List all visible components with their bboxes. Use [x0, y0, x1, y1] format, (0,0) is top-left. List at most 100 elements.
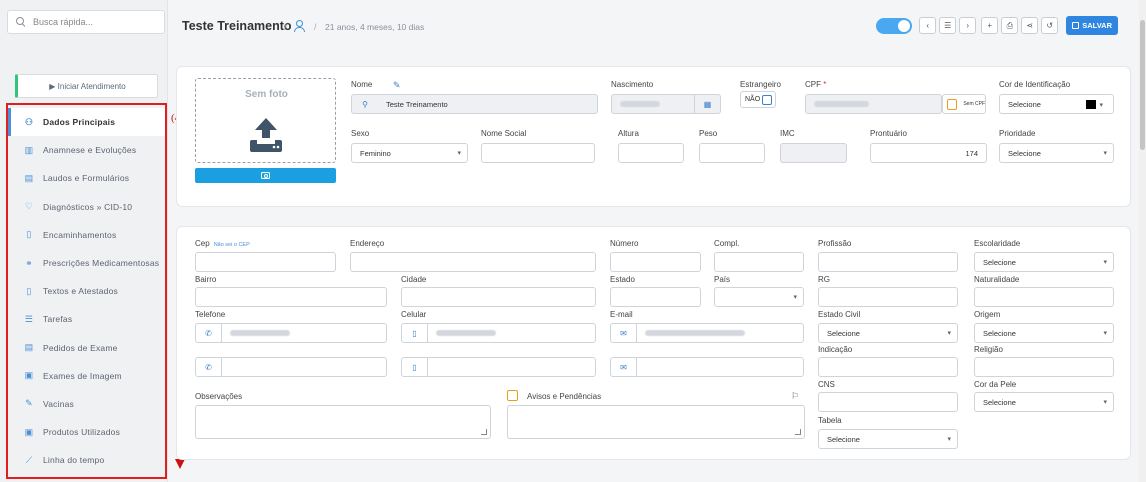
- header: Teste Treinamento / / 21 anos, 4 meses, …: [168, 0, 1146, 52]
- annotation-highlight-box: [6, 103, 167, 479]
- cor-identificacao-select[interactable]: Selecione ▾: [999, 94, 1114, 114]
- save-button[interactable]: SALVAR: [1066, 16, 1118, 35]
- cep-label-text: Cep: [195, 239, 210, 248]
- religiao-field[interactable]: [974, 357, 1114, 377]
- nascimento-label: Nascimento: [611, 80, 654, 89]
- escolaridade-value: Selecione: [983, 257, 1016, 267]
- endereco-field[interactable]: [350, 252, 596, 272]
- prioridade-label: Prioridade: [999, 129, 1036, 138]
- cpf-field[interactable]: [805, 94, 942, 114]
- estado-civil-value: Selecione: [827, 328, 860, 338]
- edit-icon[interactable]: ✎: [393, 80, 401, 91]
- start-appointment-button[interactable]: ▶ Iniciar Atendimento: [15, 74, 158, 98]
- save-icon: [1072, 22, 1080, 29]
- photo-upload-area[interactable]: Sem foto: [195, 78, 336, 163]
- sem-cpf-toggle[interactable]: Sem CPF: [942, 94, 986, 114]
- nome-field[interactable]: ⚲ Teste Treinamento: [351, 94, 598, 114]
- naturalidade-field[interactable]: [974, 287, 1114, 307]
- camera-button[interactable]: [195, 168, 336, 183]
- share-button[interactable]: ⋖: [1021, 17, 1039, 34]
- estrangeiro-checkbox[interactable]: [762, 94, 773, 105]
- calendar-icon[interactable]: ▦: [694, 95, 720, 113]
- cns-field[interactable]: [818, 392, 958, 412]
- nome-value: Teste Treinamento: [386, 99, 448, 109]
- scrollbar-thumb[interactable]: [1140, 20, 1145, 150]
- imc-label: IMC: [780, 129, 795, 138]
- altura-label: Altura: [618, 129, 639, 138]
- phone-icon: ✆: [196, 358, 222, 376]
- tabela-value: Selecione: [827, 434, 860, 444]
- no-photo-label: Sem foto: [245, 89, 288, 100]
- nascimento-field[interactable]: ▦: [611, 94, 721, 114]
- prioridade-value: Selecione: [1008, 148, 1041, 158]
- address-contact-card: Cep Não sei o CEP Endereço Número Compl. …: [176, 226, 1131, 460]
- prontuario-field[interactable]: 174: [870, 143, 987, 163]
- numero-field[interactable]: [610, 252, 701, 272]
- estrangeiro-toggle[interactable]: NÃO: [740, 91, 777, 108]
- estado-civil-select[interactable]: Selecione: [818, 323, 958, 343]
- print-button[interactable]: ⎙: [1001, 17, 1019, 34]
- upload-icon: [250, 118, 282, 152]
- next-button[interactable]: ›: [959, 17, 977, 34]
- breadcrumb-separator: /: [314, 22, 317, 32]
- rg-field[interactable]: [818, 287, 958, 307]
- cpf-label-text: CPF: [805, 80, 821, 89]
- cidade-field[interactable]: [401, 287, 596, 307]
- estado-field[interactable]: [610, 287, 701, 307]
- bairro-label: Bairro: [195, 275, 217, 284]
- prev-button[interactable]: ‹: [919, 17, 937, 34]
- origem-label: Origem: [974, 310, 1001, 319]
- profissao-field[interactable]: [818, 252, 958, 272]
- telefone-field[interactable]: ✆: [195, 323, 387, 343]
- flag-icon[interactable]: ⚐: [791, 391, 799, 402]
- nome-social-field[interactable]: [481, 143, 595, 163]
- annotation-arrow-head: [174, 459, 185, 469]
- blurred-value: [814, 101, 869, 107]
- imc-field: [780, 143, 847, 163]
- add-button[interactable]: +: [981, 17, 999, 34]
- indicacao-field[interactable]: [818, 357, 958, 377]
- escolaridade-select[interactable]: Selecione: [974, 252, 1114, 272]
- mobile-icon: ▯: [402, 358, 428, 376]
- sexo-label: Sexo: [351, 129, 370, 138]
- sem-cpf-label: Sem CPF: [963, 100, 985, 107]
- cor-pele-select[interactable]: Selecione: [974, 392, 1114, 412]
- sexo-select[interactable]: Feminino: [351, 143, 468, 163]
- toolbar: ‹ ☰ › + ⎙ ⋖ ↺ SALVAR: [876, 16, 1118, 35]
- person-icon[interactable]: [293, 20, 305, 32]
- tabela-select[interactable]: Selecione: [818, 429, 958, 449]
- profissao-label: Profissão: [818, 239, 852, 248]
- celular-label: Celular: [401, 310, 427, 319]
- quick-search-input[interactable]: Busca rápida...: [7, 10, 165, 34]
- color-swatch: ▾: [1086, 100, 1103, 109]
- origem-select[interactable]: Selecione: [974, 323, 1114, 343]
- email-field[interactable]: ✉: [610, 323, 804, 343]
- pais-select[interactable]: [714, 287, 804, 307]
- celular2-field[interactable]: ▯: [401, 357, 596, 377]
- observacoes-textarea[interactable]: [195, 405, 491, 439]
- email-label: E-mail: [610, 310, 633, 319]
- celular-field[interactable]: ▯: [401, 323, 596, 343]
- prioridade-select[interactable]: Selecione: [999, 143, 1114, 163]
- tabela-label: Tabela: [818, 416, 842, 425]
- avisos-textarea[interactable]: [507, 405, 805, 439]
- peso-field[interactable]: [699, 143, 765, 163]
- bairro-field[interactable]: [195, 287, 387, 307]
- mobile-icon: ▯: [402, 324, 428, 342]
- cor-value: Selecione: [1008, 99, 1041, 109]
- email2-field[interactable]: ✉: [610, 357, 804, 377]
- pais-label: País: [714, 275, 731, 284]
- avisos-checkbox[interactable]: [507, 390, 518, 401]
- page-scrollbar[interactable]: [1139, 0, 1146, 482]
- cep-hint-link[interactable]: Não sei o CEP: [214, 242, 250, 248]
- indicacao-label: Indicação: [818, 345, 853, 354]
- telefone2-field[interactable]: ✆: [195, 357, 387, 377]
- toggle-switch[interactable]: [876, 17, 913, 34]
- cep-field[interactable]: [195, 252, 336, 272]
- sem-cpf-checkbox[interactable]: [947, 98, 958, 110]
- history-button[interactable]: ↺: [1041, 17, 1059, 34]
- compl-field[interactable]: [714, 252, 804, 272]
- altura-field[interactable]: [618, 143, 684, 163]
- cor-pele-value: Selecione: [983, 397, 1016, 407]
- list-button[interactable]: ☰: [939, 17, 957, 34]
